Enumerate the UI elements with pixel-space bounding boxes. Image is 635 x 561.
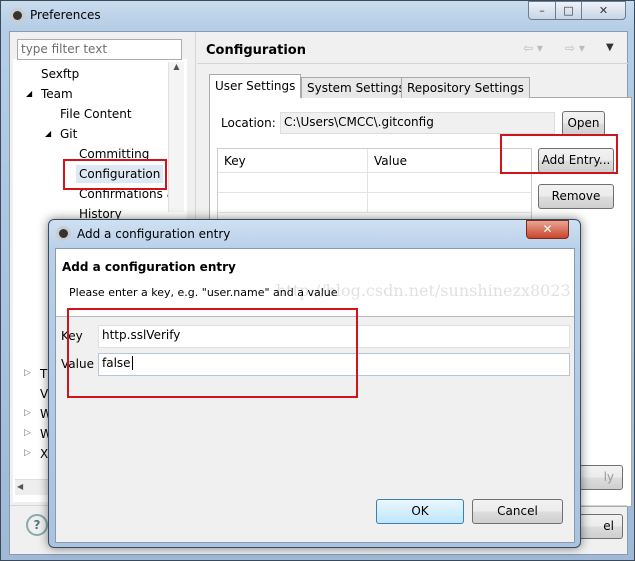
watermark: http://blog.csdn.net/sunshinezx8023 — [276, 281, 571, 300]
collapsed-icon[interactable]: ▷ — [24, 448, 31, 458]
dialog-heading: Add a configuration entry — [62, 260, 236, 274]
cancel-button[interactable]: Cancel — [472, 499, 563, 524]
dialog-title: Add a configuration entry — [77, 227, 231, 241]
tree-item-partial[interactable]: X — [40, 447, 48, 461]
eclipse-icon — [10, 8, 25, 23]
divider — [197, 63, 628, 64]
highlight-box — [67, 308, 358, 398]
tab-user-settings[interactable]: User Settings — [209, 74, 302, 98]
highlight-box — [63, 159, 167, 190]
ok-button[interactable]: OK — [376, 499, 464, 524]
view-menu-icon[interactable]: ▼ — [606, 42, 614, 53]
close-button[interactable]: ✕ — [581, 1, 626, 20]
page-title: Configuration — [206, 43, 306, 58]
open-button[interactable]: Open — [562, 111, 605, 136]
highlight-box — [500, 134, 618, 174]
tree-item-sexftp[interactable]: Sexftp — [41, 67, 79, 81]
collapsed-icon[interactable]: ▷ — [24, 408, 31, 418]
column-header-key[interactable]: Key — [218, 149, 368, 172]
tree-scrollbar[interactable]: ▲ — [168, 62, 184, 212]
tree-item-partial[interactable]: V — [40, 387, 48, 401]
help-icon[interactable]: ? — [26, 514, 48, 536]
location-label: Location: — [221, 116, 276, 130]
forward-icon[interactable]: ⇨ ▾ — [565, 41, 585, 55]
collapsed-icon[interactable]: ▷ — [24, 368, 31, 378]
tree-item-partial[interactable]: T — [40, 367, 47, 381]
tree-item-git[interactable]: Git — [60, 127, 77, 141]
tab-repository-settings[interactable]: Repository Settings — [401, 77, 530, 98]
collapsed-icon[interactable]: ▷ — [24, 428, 31, 438]
maximize-button[interactable]: □ — [555, 1, 582, 20]
back-icon[interactable]: ⇦ ▾ — [523, 41, 543, 55]
tree-item-file-content[interactable]: File Content — [60, 107, 132, 121]
expand-icon[interactable]: ◢ — [26, 89, 32, 98]
remove-button[interactable]: Remove — [538, 184, 614, 209]
expand-icon[interactable]: ◢ — [45, 129, 51, 138]
tree-item-team[interactable]: Team — [41, 87, 73, 101]
eclipse-icon — [56, 226, 71, 241]
minimize-button[interactable]: – — [528, 1, 556, 20]
column-header-value[interactable]: Value — [368, 149, 413, 172]
dialog-close-button[interactable]: ✕ — [526, 220, 569, 239]
filter-input[interactable]: type filter text — [17, 39, 182, 60]
window-title: Preferences — [30, 8, 101, 22]
location-field[interactable]: C:\Users\CMCC\.gitconfig — [280, 112, 555, 134]
tab-system-settings[interactable]: System Settings — [301, 77, 411, 98]
